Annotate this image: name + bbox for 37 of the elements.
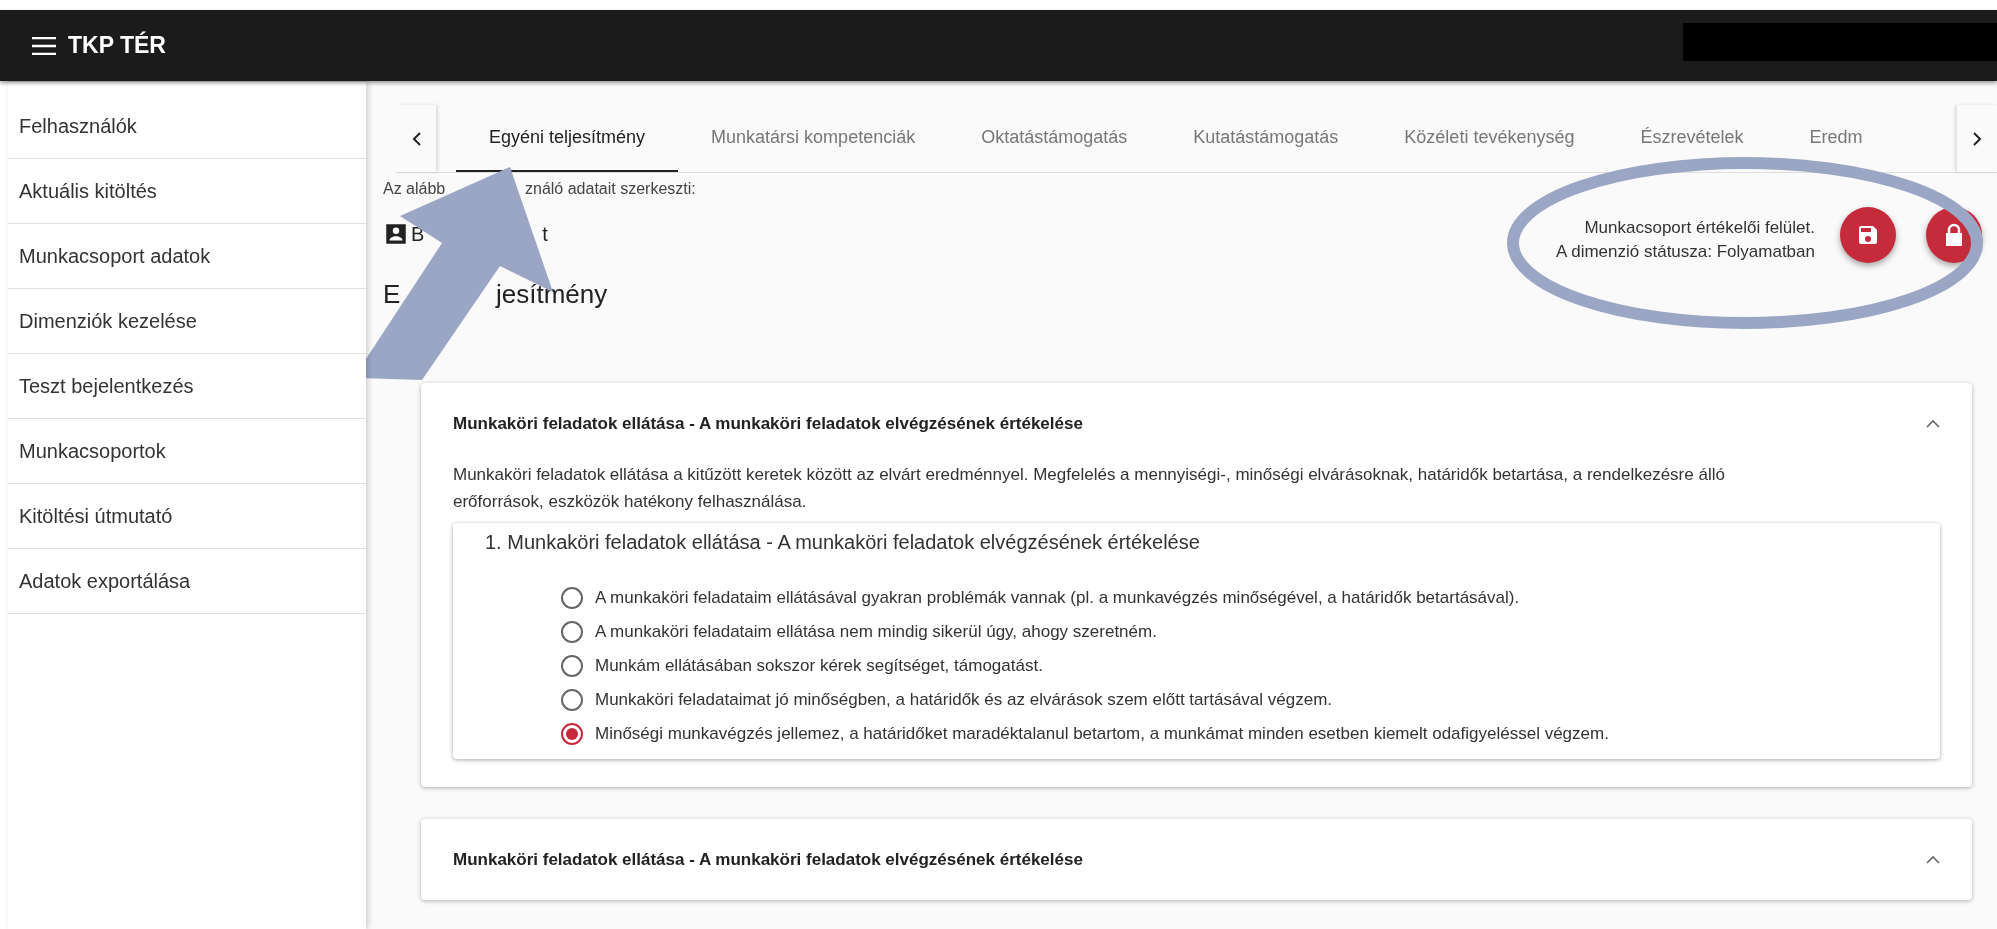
chevron-right-icon [1972, 131, 1982, 146]
editing-note: ználó adatait szerkeszti: [525, 179, 696, 199]
status-text: Munkacsoport értékelői felület. [1584, 217, 1815, 239]
user-name: t [542, 222, 548, 247]
tab[interactable]: Kutatástámogatás [1160, 105, 1372, 172]
option-label: Munkám ellátásában sokszor kérek segítséget, támogatást. [595, 654, 1043, 677]
option-label: Minőségi munkavégzés jellemez, a határidőket maradéktalanul betartom, a munkámat minden esetben kiemelt odafigyeléssel végzem. [595, 722, 1609, 745]
user-card-icon [383, 221, 409, 247]
card-title: Munkaköri feladatok ellátása - A munkaköri feladatok elvégzésének értékelése [453, 848, 1083, 871]
menu-icon[interactable] [32, 36, 56, 55]
card-title: Munkaköri feladatok ellátása - A munkaköri feladatok elvégzésének értékelése [453, 413, 1083, 435]
radio-button[interactable] [561, 586, 583, 609]
page-heading: E [383, 279, 401, 309]
status-text: A dimenzió státusza: Folyamatban [1556, 241, 1815, 263]
editing-note: Az alább [383, 180, 446, 197]
app-title: TKP TÉR [68, 30, 166, 61]
option-label: A munkaköri feladataim ellátása nem mindig sikerül úgy, ahogy szeretném. [595, 620, 1157, 643]
lock-icon [1943, 223, 1965, 247]
tab[interactable]: Munkatársi kompetenciák [678, 105, 949, 172]
collapse-icon[interactable] [1926, 854, 1940, 864]
radio-button[interactable] [561, 654, 583, 677]
option-label: Munkaköri feladataimat jó minőségben, a határidők és az elvárások szem előtt tartásával végzem. [595, 688, 1333, 711]
radio-button[interactable] [561, 722, 583, 745]
page-heading: jesítmény [496, 278, 608, 311]
option-label: A munkaköri feladataim ellátásával gyakran problémák vannak (pl. a munkavégzés minőségével, a határidők betartásával). [595, 586, 1520, 609]
question-title: 1. Munkaköri feladatok ellátása - A munkaköri feladatok elvégzésének értékelése [485, 529, 1201, 555]
tab[interactable]: Közéleti tevékenység [1371, 105, 1608, 172]
radio-button[interactable] [561, 688, 583, 711]
card-description: Munkaköri feladatok ellátása a kitűzött keretek között az elvárt eredménnyel. Megfelelés a mennyiségi-, minőségi elvárásoknak, határidők betartása, a rendelkezésre álló erőforrások, eszközök hatékony felhasználása. [453, 463, 1726, 513]
radio-button[interactable] [561, 620, 583, 643]
save-button[interactable] [1840, 207, 1896, 263]
tab[interactable]: Eredm [1776, 105, 1896, 172]
tab[interactable]: Oktatástámogatás [948, 105, 1161, 172]
tab[interactable]: Észrevételek [1607, 105, 1777, 172]
chevron-left-icon [411, 131, 421, 146]
user-name: B [411, 222, 425, 247]
collapse-icon[interactable] [1926, 419, 1940, 429]
